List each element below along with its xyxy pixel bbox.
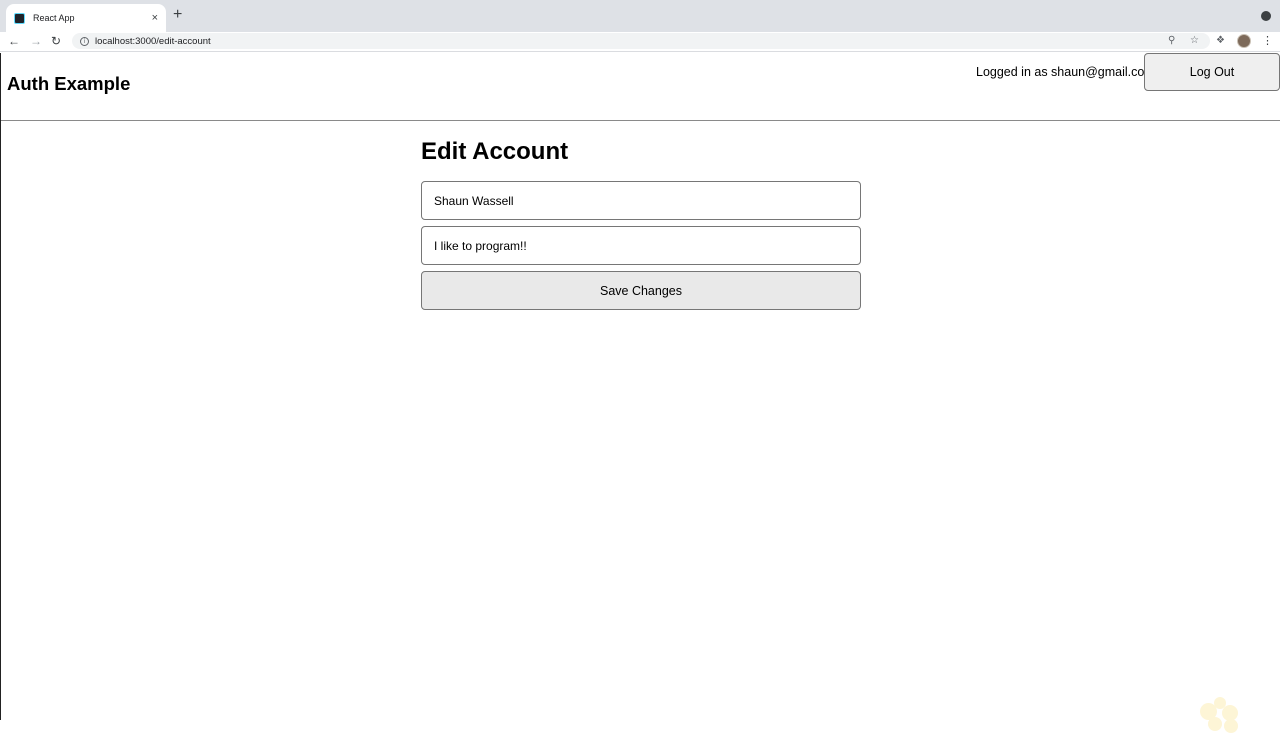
reload-icon[interactable]: ↻ [51, 33, 61, 49]
logged-in-text: Logged in as shaun@gmail.com [976, 65, 1155, 79]
tab-title: React App [33, 13, 75, 23]
save-changes-button[interactable]: Save Changes [421, 271, 861, 310]
profile-avatar[interactable] [1237, 34, 1251, 48]
browser-tab[interactable]: React App × [6, 4, 166, 32]
url-text[interactable]: localhost:3000/edit-account [95, 36, 211, 47]
page-title: Edit Account [421, 138, 569, 165]
info-icon[interactable]: i [80, 36, 89, 46]
new-tab-icon[interactable]: + [173, 7, 182, 23]
edit-account-form: Edit Account Save Changes [421, 138, 861, 310]
tab-search-icon[interactable] [1261, 11, 1271, 21]
browser-tabstrip: React App × + [0, 0, 1280, 32]
logout-button[interactable]: Log Out [1144, 53, 1280, 91]
back-arrow-icon[interactable]: ← [8, 33, 20, 49]
forward-arrow-icon[interactable]: → [30, 33, 42, 49]
more-menu-icon[interactable]: ⋮ [1262, 34, 1273, 48]
app-title: Auth Example [7, 73, 131, 94]
react-favicon-icon [14, 12, 25, 24]
star-icon[interactable]: ☆ [1190, 34, 1199, 48]
app-header: Auth Example Logged in as shaun@gmail.co… [1, 53, 1280, 121]
address-bar[interactable]: i localhost:3000/edit-account [72, 33, 1210, 49]
watermark-logo [1200, 697, 1244, 735]
bio-input[interactable] [421, 226, 861, 265]
name-input[interactable] [421, 181, 861, 220]
browser-toolbar: ← → ↻ i localhost:3000/edit-account ⚲ ☆ … [0, 32, 1280, 52]
extensions-icon[interactable]: ❖ [1216, 34, 1225, 48]
zoom-icon[interactable]: ⚲ [1168, 34, 1175, 48]
tab-close-icon[interactable]: × [152, 12, 158, 24]
page-viewport: Auth Example Logged in as shaun@gmail.co… [0, 53, 1280, 733]
